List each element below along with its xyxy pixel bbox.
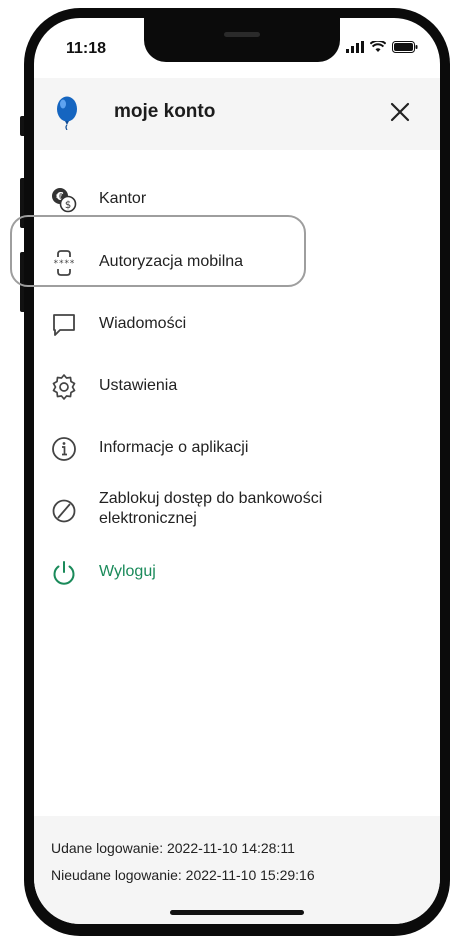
screen: 11:18 moje konto € $ Kantor **** Autoryz… [34,18,440,924]
menu-item-label: Wyloguj [99,563,156,580]
menu-item-label: Informacje o aplikacji [99,439,249,456]
home-indicator[interactable] [170,910,304,915]
svg-text:$: $ [65,200,71,211]
page-title: moje konto [114,101,216,122]
close-icon [390,102,410,127]
menu-item-wyloguj[interactable]: Wyloguj [34,547,440,595]
signal-icon [346,40,364,58]
notch [144,18,340,62]
battery-icon [392,40,418,58]
menu-item-zablokuj-dostep[interactable]: Zablokuj dostęp do bankowości elektronic… [34,485,440,533]
info-icon [50,435,78,463]
menu-item-ustawienia[interactable]: Ustawienia [34,361,440,409]
status-time: 11:18 [66,40,107,57]
menu-item-informacje-o-aplikacji[interactable]: Informacje o aplikacji [34,423,440,471]
failed-login-text: Nieudane logowanie: 2022-11-10 15:29:16 [51,867,315,883]
menu-item-label: Ustawienia [99,377,178,394]
message-icon [50,311,78,339]
close-button[interactable] [378,92,422,136]
status-icons [346,39,418,58]
app-header: moje konto [34,78,440,150]
menu-item-label: Wiadomości [99,315,187,332]
gear-icon [50,373,78,401]
menu-item-label: Kantor [99,190,147,207]
currency-exchange-icon: € $ [50,186,78,214]
successful-login-text: Udane logowanie: 2022-11-10 14:28:11 [51,840,295,856]
menu-item-wiadomosci[interactable]: Wiadomości [34,299,440,347]
highlight-frame [10,215,306,287]
balloon-logo-icon [55,96,79,135]
menu-item-label: Zablokuj dostęp do bankowości elektronic… [99,490,323,527]
block-icon [50,497,78,525]
power-icon [50,559,78,587]
wifi-icon [369,39,387,58]
phone-frame: 11:18 moje konto € $ Kantor **** Autoryz… [24,8,450,936]
speaker [224,32,260,37]
login-info-footer: Udane logowanie: 2022-11-10 14:28:11 Nie… [34,816,440,924]
